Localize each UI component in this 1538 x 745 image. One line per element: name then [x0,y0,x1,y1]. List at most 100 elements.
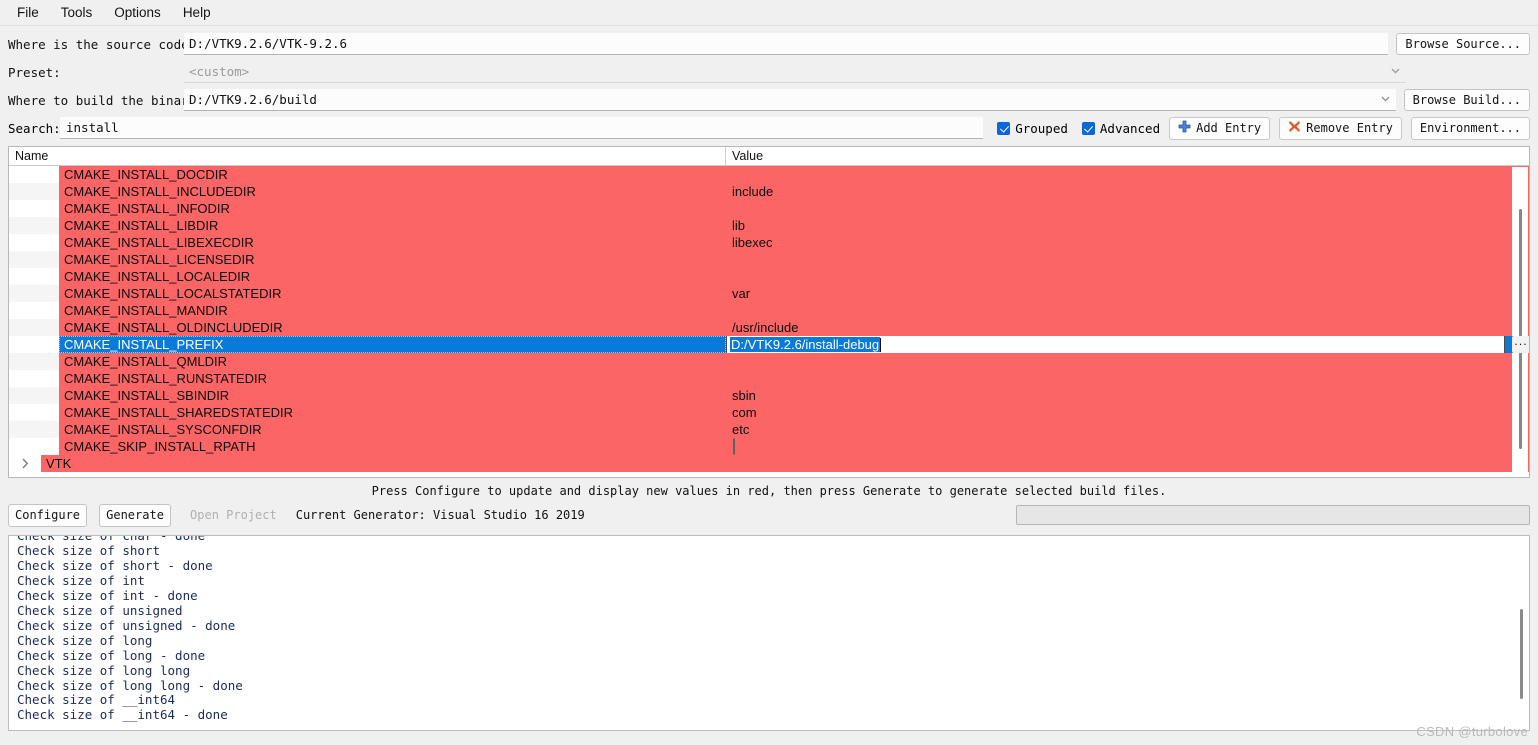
table-row[interactable]: CMAKE_INSTALL_SYSCONFDIR etc [9,421,1529,438]
menu-item-file[interactable]: File [6,2,50,24]
row-indent [9,217,59,234]
log-output[interactable]: Check size of char - done Check size of … [8,535,1530,731]
row-cells: CMAKE_INSTALL_SYSCONFDIR etc [59,421,1529,438]
table-row[interactable]: CMAKE_INSTALL_OLDINCLUDEDIR /usr/include [9,319,1529,336]
table-row[interactable]: CMAKE_INSTALL_LOCALEDIR [9,268,1529,285]
row-cells: CMAKE_INSTALL_OLDINCLUDEDIR /usr/include [59,319,1529,336]
text-caret [880,337,882,352]
configure-button[interactable]: Configure [8,503,88,527]
cell-value-checkbox[interactable] [726,438,1529,455]
cell-value[interactable] [726,251,1529,268]
cell-value-editor[interactable]: D:/VTK9.2.6/install-debug ··· [726,336,1529,353]
row-cells: CMAKE_INSTALL_MANDIR [59,302,1529,319]
table-row[interactable]: CMAKE_INSTALL_SBINDIR sbin [9,387,1529,404]
cell-name: CMAKE_INSTALL_OLDINCLUDEDIR [64,320,283,335]
group-label: VTK [41,455,1529,472]
table-row[interactable]: CMAKE_INSTALL_SHAREDSTATEDIR com [9,404,1529,421]
search-input[interactable] [60,117,984,139]
source-input[interactable] [184,33,1389,55]
grouped-label: Grouped [1015,120,1068,136]
menu-item-tools[interactable]: Tools [50,2,104,24]
row-indent [9,183,59,200]
checkbox-checked-icon [1081,121,1095,135]
table-row-selected[interactable]: CMAKE_INSTALL_PREFIX D:/VTK9.2.6/install… [9,336,1529,353]
row-cells: CMAKE_INSTALL_PREFIX D:/VTK9.2.6/install… [59,336,1529,353]
table-row[interactable]: CMAKE_INSTALL_LIBEXECDIR libexec [9,234,1529,251]
browse-build-button[interactable]: Browse Build... [1403,89,1530,111]
add-entry-button[interactable]: Add Entry [1169,116,1271,140]
row-cells: CMAKE_INSTALL_INFODIR [59,200,1529,217]
row-indent [9,251,59,268]
cell-value[interactable]: /usr/include [726,319,1529,336]
cell-name: CMAKE_INSTALL_PREFIX [59,336,726,353]
table-row[interactable]: CMAKE_INSTALL_LIBDIR lib [9,217,1529,234]
preset-label: Preset: [8,64,61,80]
grouped-checkbox[interactable]: Grouped [997,121,1068,136]
table-group-row-vtk[interactable]: VTK [9,455,1529,472]
table-row[interactable]: CMAKE_INSTALL_LOCALSTATEDIR var [9,285,1529,302]
row-indent [9,268,59,285]
cell-value[interactable]: com [726,404,1529,421]
cell-value[interactable]: lib [726,217,1529,234]
cell-value[interactable] [726,268,1529,285]
generate-button[interactable]: Generate [99,503,172,527]
table-row[interactable]: CMAKE_INSTALL_INCLUDEDIR include [9,183,1529,200]
build-field-wrap [184,89,1396,111]
cell-value[interactable]: etc [726,421,1529,438]
row-indent [9,302,59,319]
cell-name: CMAKE_INSTALL_LIBDIR [64,218,219,233]
advanced-label: Advanced [1099,120,1161,136]
browse-path-button[interactable]: ··· [1510,336,1529,353]
row-indent [9,166,59,183]
table-row[interactable]: CMAKE_INSTALL_RUNSTATEDIR [9,370,1529,387]
checkbox-unchecked-icon[interactable] [733,438,735,455]
column-header-name[interactable]: Name [9,147,726,165]
value-edit-input[interactable]: D:/VTK9.2.6/install-debug [726,336,1505,353]
log-scrollbar-thumb[interactable] [1520,609,1523,699]
log-scrollbar[interactable] [1514,537,1528,729]
value-edit-text: D:/VTK9.2.6/install-debug [730,337,881,352]
row-indent [9,200,59,217]
table-row[interactable]: CMAKE_INSTALL_QMLDIR [9,353,1529,370]
row-indent [9,234,59,251]
group-expander[interactable] [9,455,41,472]
remove-x-icon [1288,120,1301,136]
cell-value[interactable] [726,353,1529,370]
cell-value[interactable]: include [726,183,1529,200]
advanced-checkbox[interactable]: Advanced [1081,120,1161,136]
cell-name: CMAKE_INSTALL_INCLUDEDIR [64,184,256,199]
cell-value[interactable] [726,370,1529,387]
column-header-value[interactable]: Value [726,147,1529,165]
cell-value[interactable]: sbin [726,387,1529,404]
cell-value[interactable] [726,302,1529,319]
remove-entry-button[interactable]: Remove Entry [1279,116,1402,140]
table-row[interactable]: CMAKE_INSTALL_MANDIR [9,302,1529,319]
row-indent [9,336,59,353]
table-scrollbar-thumb[interactable] [1519,209,1522,449]
row-cells: CMAKE_INSTALL_LICENSEDIR [59,251,1529,268]
row-cells: CMAKE_SKIP_INSTALL_RPATH [59,438,1529,455]
cell-name: CMAKE_INSTALL_LIBEXECDIR [64,235,254,250]
cell-value[interactable] [726,166,1529,183]
table-row[interactable]: CMAKE_INSTALL_INFODIR [9,200,1529,217]
environment-button[interactable]: Environment... [1410,116,1530,140]
preset-field-wrap[interactable] [184,61,1406,83]
source-label: Where is the source code: [8,36,197,52]
preset-select[interactable] [184,61,1406,83]
menu-item-help[interactable]: Help [172,2,222,24]
cell-value[interactable]: var [726,285,1529,302]
row-indent [9,421,59,438]
row-cells: CMAKE_INSTALL_LIBDIR lib [59,217,1529,234]
cell-value[interactable] [726,200,1529,217]
table-scrollbar[interactable] [1512,167,1528,476]
table-row[interactable]: CMAKE_SKIP_INSTALL_RPATH [9,438,1529,455]
cell-value[interactable]: libexec [726,234,1529,251]
table-body: CMAKE_INSTALL_DOCDIR CMAKE_INSTALL_INCLU… [9,166,1529,477]
browse-source-button[interactable]: Browse Source... [1396,33,1530,55]
status-hint: Press Configure to update and display ne… [371,484,1167,498]
menu-item-options[interactable]: Options [103,2,172,24]
table-row[interactable]: CMAKE_INSTALL_LICENSEDIR [9,251,1529,268]
table-row[interactable]: CMAKE_INSTALL_DOCDIR [9,166,1529,183]
open-project-button: Open Project [183,503,284,527]
build-input[interactable] [184,89,1396,111]
